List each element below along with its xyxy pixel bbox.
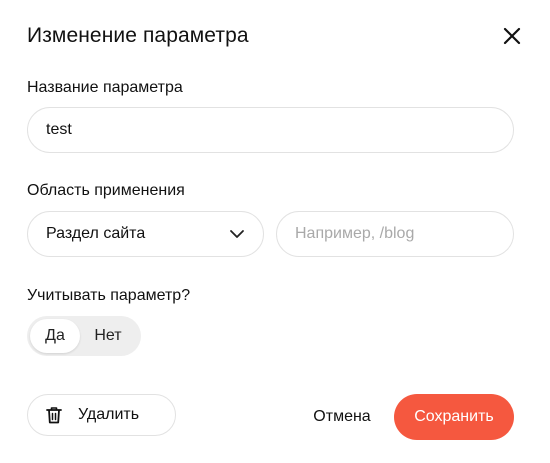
dialog-title: Изменение параметра <box>27 24 249 47</box>
save-button[interactable]: Сохранить <box>394 394 514 440</box>
toggle-option-yes[interactable]: Да <box>30 319 80 353</box>
close-button[interactable] <box>500 24 524 48</box>
path-placeholder: Например, /blog <box>295 225 415 242</box>
consider-parameter-label: Учитывать параметр? <box>27 287 191 304</box>
delete-button-label: Удалить <box>78 406 140 423</box>
trash-icon <box>46 407 62 424</box>
scope-selected-value: Раздел сайта <box>46 225 146 242</box>
close-icon <box>503 27 521 45</box>
parameter-name-label: Название параметра <box>27 79 183 96</box>
delete-button[interactable]: Удалить <box>27 394 176 436</box>
cancel-button[interactable]: Отмена <box>306 396 378 438</box>
parameter-name-value: test <box>46 121 72 138</box>
scope-select[interactable]: Раздел сайта <box>27 211 264 257</box>
scope-label: Область применения <box>27 182 185 199</box>
consider-parameter-toggle: Да Нет <box>27 316 141 356</box>
edit-parameter-dialog: Изменение параметра Название параметра t… <box>0 0 550 463</box>
parameter-name-input[interactable]: test <box>27 107 514 153</box>
chevron-down-icon <box>230 230 244 238</box>
path-input[interactable]: Например, /blog <box>276 211 514 257</box>
toggle-option-no[interactable]: Нет <box>80 319 136 353</box>
